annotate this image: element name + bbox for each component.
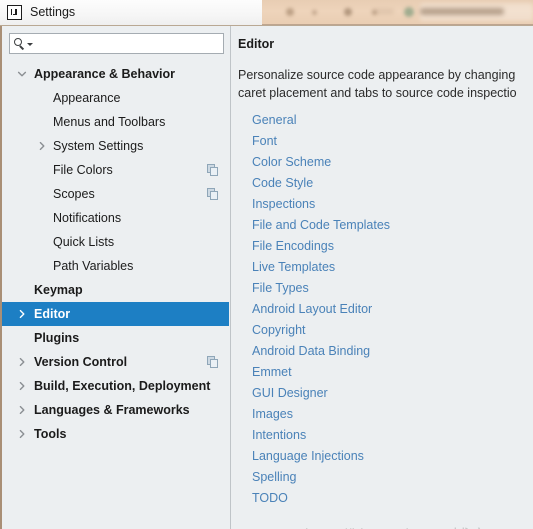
sidebar-item-label: System Settings bbox=[53, 138, 144, 153]
settings-window: Settings Appearance & Behavior Appearance… bbox=[0, 0, 533, 529]
editor-link-gui-designer[interactable]: GUI Designer bbox=[252, 383, 533, 404]
editor-link-inspections[interactable]: Inspections bbox=[252, 194, 533, 215]
sidebar-item-label: Editor bbox=[34, 306, 71, 321]
sidebar-item-editor[interactable]: Editor bbox=[2, 302, 229, 326]
editor-link-todo[interactable]: TODO bbox=[252, 488, 533, 509]
intellij-idea-icon bbox=[7, 5, 22, 20]
editor-link-font[interactable]: Font bbox=[252, 131, 533, 152]
chevron-right-icon[interactable] bbox=[16, 380, 28, 392]
window-title: Settings bbox=[30, 5, 76, 20]
copy-settings-icon[interactable] bbox=[207, 164, 219, 176]
editor-link-android-layout-editor[interactable]: Android Layout Editor bbox=[252, 299, 533, 320]
editor-link-intentions[interactable]: Intentions bbox=[252, 425, 533, 446]
settings-tree[interactable]: Appearance & Behavior Appearance Menus and… bbox=[2, 62, 229, 529]
editor-link-android-data-binding[interactable]: Android Data Binding bbox=[252, 341, 533, 362]
settings-dialog: Appearance & Behavior Appearance Menus and… bbox=[0, 25, 533, 529]
sidebar-item-build-execution-deployment[interactable]: Build, Execution, Deployment bbox=[2, 374, 229, 398]
sidebar-item-path-variables[interactable]: Path Variables bbox=[2, 254, 229, 278]
sidebar-item-plugins[interactable]: Plugins bbox=[2, 326, 229, 350]
copy-settings-icon[interactable] bbox=[207, 356, 219, 368]
title-bar: Settings bbox=[0, 0, 262, 25]
sidebar-item-file-colors[interactable]: File Colors bbox=[2, 158, 229, 182]
editor-link-live-templates[interactable]: Live Templates bbox=[252, 257, 533, 278]
sidebar-item-label: Build, Execution, Deployment bbox=[34, 378, 211, 393]
editor-link-file-encodings[interactable]: File Encodings bbox=[252, 236, 533, 257]
chevron-right-icon[interactable] bbox=[16, 428, 28, 440]
search-box[interactable] bbox=[9, 33, 224, 54]
search-input[interactable] bbox=[33, 35, 223, 52]
copy-settings-icon[interactable] bbox=[207, 188, 219, 200]
sidebar-item-label: Notifications bbox=[53, 210, 122, 225]
sidebar-item-quick-lists[interactable]: Quick Lists bbox=[2, 230, 229, 254]
search-field-wrapper bbox=[9, 33, 224, 54]
editor-link-emmet[interactable]: Emmet bbox=[252, 362, 533, 383]
sidebar-item-notifications[interactable]: Notifications bbox=[2, 206, 229, 230]
sidebar-item-label: Version Control bbox=[34, 354, 128, 369]
sidebar-item-label: Menus and Toolbars bbox=[53, 114, 166, 129]
editor-link-spelling[interactable]: Spelling bbox=[252, 467, 533, 488]
sidebar-item-label: Appearance & Behavior bbox=[34, 66, 176, 81]
search-icon bbox=[14, 38, 25, 50]
chevron-down-icon[interactable] bbox=[16, 68, 28, 80]
editor-link-color-scheme[interactable]: Color Scheme bbox=[252, 152, 533, 173]
sidebar-item-menus-and-toolbars[interactable]: Menus and Toolbars bbox=[2, 110, 229, 134]
page-description: Personalize source code appearance by ch… bbox=[238, 68, 517, 100]
sidebar-item-label: Keymap bbox=[34, 282, 83, 297]
chevron-right-icon[interactable] bbox=[16, 404, 28, 416]
search-icon-group[interactable] bbox=[14, 38, 33, 50]
sidebar-item-label: Plugins bbox=[34, 330, 80, 345]
editor-link-copyright[interactable]: Copyright bbox=[252, 320, 533, 341]
sidebar-item-version-control[interactable]: Version Control bbox=[2, 350, 229, 374]
sidebar-item-label: Scopes bbox=[53, 186, 95, 201]
sidebar-item-label: Quick Lists bbox=[53, 234, 115, 249]
sidebar-item-label: File Colors bbox=[53, 162, 113, 177]
sidebar-item-appearance-behavior[interactable]: Appearance & Behavior bbox=[2, 62, 229, 86]
sidebar-item-scopes[interactable]: Scopes bbox=[2, 182, 229, 206]
sidebar-item-label: Languages & Frameworks bbox=[34, 402, 190, 417]
editor-link-code-style[interactable]: Code Style bbox=[252, 173, 533, 194]
sidebar-item-appearance[interactable]: Appearance bbox=[2, 86, 229, 110]
editor-link-file-types[interactable]: File Types bbox=[252, 278, 533, 299]
sidebar-item-languages-frameworks[interactable]: Languages & Frameworks bbox=[2, 398, 229, 422]
chevron-right-icon[interactable] bbox=[16, 356, 28, 368]
sidebar-item-label: Appearance bbox=[53, 90, 121, 105]
editor-link-language-injections[interactable]: Language Injections bbox=[252, 446, 533, 467]
sidebar-item-label: Tools bbox=[34, 426, 67, 441]
page-title: Editor bbox=[238, 37, 275, 51]
editor-links-list: General Font Color Scheme Code Style Inspect… bbox=[252, 110, 533, 509]
chevron-right-icon[interactable] bbox=[36, 140, 48, 152]
chevron-right-icon[interactable] bbox=[16, 308, 28, 320]
sidebar-item-label: Path Variables bbox=[53, 258, 134, 273]
sidebar-item-system-settings[interactable]: System Settings bbox=[2, 134, 229, 158]
editor-link-images[interactable]: Images bbox=[252, 404, 533, 425]
editor-link-file-and-code-templates[interactable]: File and Code Templates bbox=[252, 215, 533, 236]
sidebar-item-keymap[interactable]: Keymap bbox=[2, 278, 229, 302]
editor-link-general[interactable]: General bbox=[252, 110, 533, 131]
editor-pane: Editor Personalize source code appearanc… bbox=[231, 26, 533, 529]
sidebar-item-tools[interactable]: Tools bbox=[2, 422, 229, 446]
